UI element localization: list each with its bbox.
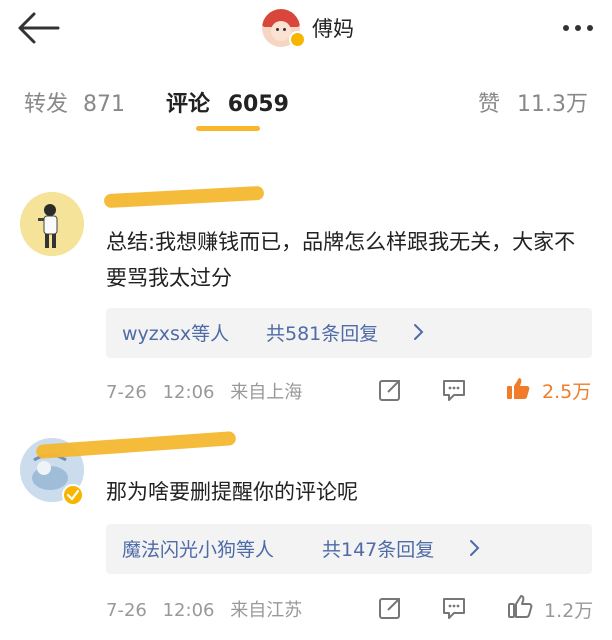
repost-icon[interactable] xyxy=(376,594,404,622)
reply-users: wyzxsx等人 xyxy=(122,323,230,345)
verified-badge-icon xyxy=(289,31,306,48)
tab-like-count: 11.3万 xyxy=(517,92,589,117)
comment-bubble-icon[interactable] xyxy=(440,594,468,622)
like-count: 2.5万 xyxy=(542,381,592,403)
tab-like-label: 赞 xyxy=(478,92,501,117)
redaction-mark xyxy=(35,431,237,459)
comment-time: 12:06 xyxy=(162,382,215,403)
tab-like[interactable]: 赞 11.3万 xyxy=(478,86,588,118)
active-tab-indicator xyxy=(196,126,260,131)
reply-users: 魔法闪光小狗等人 xyxy=(122,539,275,561)
redaction-mark xyxy=(103,185,265,209)
comment-location: 来自上海 xyxy=(230,382,303,403)
tab-repost[interactable]: 转发 871 xyxy=(24,86,125,118)
reply-count: 共581条回复 xyxy=(266,323,379,345)
tab-comment-count: 6059 xyxy=(227,92,289,117)
comment-bubble-icon[interactable] xyxy=(440,376,468,404)
chevron-right-icon xyxy=(470,540,480,556)
tab-bar: 转发 871 评论 6059 赞 11.3万 xyxy=(0,66,612,140)
page-title: 傅妈 xyxy=(312,17,354,41)
comment-date: 7-26 xyxy=(106,382,147,403)
back-arrow-icon[interactable] xyxy=(14,8,62,48)
comment-location: 来自江苏 xyxy=(230,600,303,621)
more-dots-icon[interactable] xyxy=(558,12,598,44)
thumbs-up-icon[interactable] xyxy=(504,374,532,402)
reply-summary[interactable]: wyzxsx等人 共581条回复 xyxy=(106,308,592,358)
tab-comment[interactable]: 评论 6059 xyxy=(166,86,289,118)
comment-meta: 7-26 12:06 来自江苏 xyxy=(106,596,302,622)
comment-meta: 7-26 12:06 来自上海 xyxy=(106,378,302,404)
thumbs-up-icon[interactable] xyxy=(506,592,534,620)
chevron-right-icon xyxy=(414,324,424,340)
top-bar: 傅妈 xyxy=(0,0,612,66)
verified-badge-icon xyxy=(62,484,84,506)
tab-repost-label: 转发 xyxy=(24,92,69,117)
comment-date: 7-26 xyxy=(106,600,147,621)
tab-repost-count: 871 xyxy=(83,92,126,117)
reply-summary[interactable]: 魔法闪光小狗等人 共147条回复 xyxy=(106,524,592,574)
tab-comment-label: 评论 xyxy=(166,92,211,117)
comment-time: 12:06 xyxy=(162,600,215,621)
reply-count: 共147条回复 xyxy=(322,539,435,561)
profile-title[interactable]: 傅妈 xyxy=(262,8,354,48)
comment-text: 那为啥要删提醒你的评论呢 xyxy=(106,480,358,504)
like-count: 1.2万 xyxy=(544,600,594,622)
comment-text: 总结:我想赚钱而已，品牌怎么样跟我无关，大家不要骂我太过分 xyxy=(106,230,576,290)
commenter-avatar[interactable] xyxy=(20,192,84,256)
repost-icon[interactable] xyxy=(376,376,404,404)
